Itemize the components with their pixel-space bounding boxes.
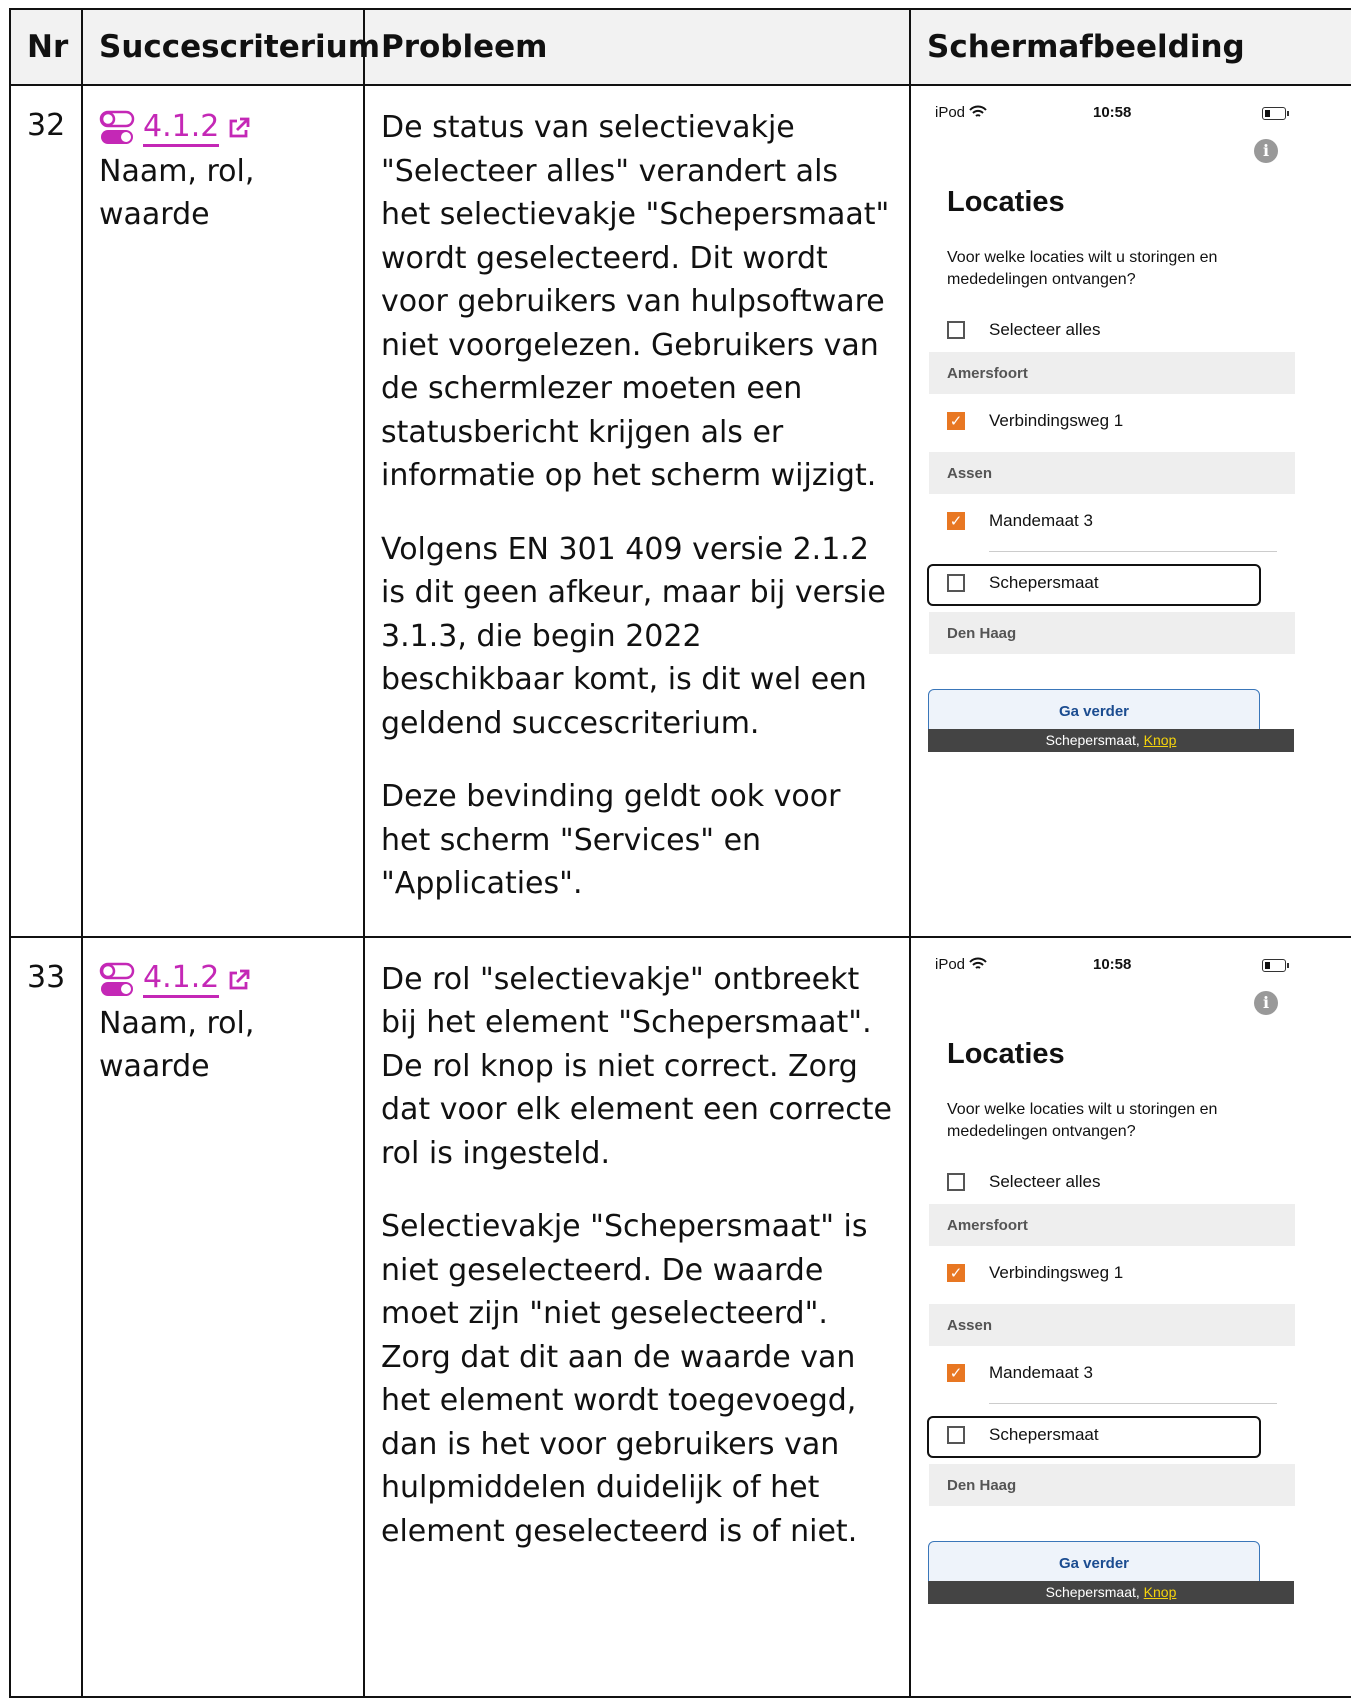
screenshot-cell: iPod 10:58 i Locaties Voor welke locatie… [909,935,1351,1698]
criterion-link[interactable]: 4.1.2 [143,109,220,147]
section-header: Den Haag [929,1463,1295,1506]
problem-paragraph: Selectievakje "Schepersmaat" is niet ges… [381,1209,868,1549]
clock: 10:58 [1093,104,1132,121]
external-link-icon [229,117,250,138]
checkbox-label: Selecteer alles [989,1171,1101,1191]
checkbox-checked[interactable]: ✓ [947,1263,965,1282]
divider [989,551,1277,552]
checkbox-row[interactable]: ✓ Verbindingsweg 1 [929,1253,1295,1293]
checkbox-row[interactable]: Schepersmaat [929,563,1295,603]
info-icon[interactable]: i [1254,990,1278,1015]
battery-icon [1262,107,1289,120]
criterion-link[interactable]: 4.1.2 [143,961,220,998]
checkbox-checked[interactable]: ✓ [947,512,965,530]
criterion-name: Naam, rol, waarde [99,1005,255,1084]
phone-screenshot: iPod 10:58 i Locaties Voor welke locatie… [911,86,1295,876]
section-header: Den Haag [929,612,1295,654]
row-number: 33 [9,935,83,1698]
problem-paragraph: Deze bevinding geldt ook voor het scherm… [381,779,841,901]
checkbox[interactable] [947,1425,965,1444]
screen-question: Voor welke locaties wilt u storingen en … [947,1100,1218,1140]
toggle-icon [99,110,135,144]
section-header: Amersfoort [929,1203,1295,1246]
section-header: Assen [929,1303,1295,1346]
external-link-icon [229,969,250,989]
screenreader-caption: Schepersmaat, Knop [928,729,1294,752]
phone-screenshot: iPod 10:58 i Locaties Voor welke locatie… [911,938,1295,1678]
checkbox-checked[interactable]: ✓ [947,412,965,430]
screenshot-cell: iPod 10:58 i Locaties Voor welke locatie… [909,84,1351,938]
screen-title: Locaties [947,1037,1065,1070]
problem-cell: De rol "selectievakje" ontbreekt bij het… [363,935,911,1698]
audit-table: Nr Succescriterium Probleem Schermafbeel… [9,8,1351,1698]
criterion-name: Naam, rol, waarde [99,154,255,232]
checkbox-label: Mandemaat 3 [989,511,1093,530]
row-number: 32 [9,84,83,938]
carrier-label: iPod [935,956,987,973]
info-icon[interactable]: i [1254,139,1278,163]
wifi-icon [969,105,987,117]
checkbox[interactable] [947,574,965,592]
select-all-row[interactable]: Selecteer alles [929,1162,1295,1202]
checkbox-label: Mandemaat 3 [989,1362,1093,1382]
checkbox-label: Verbindingsweg 1 [989,411,1124,430]
problem-paragraph: De rol "selectievakje" ontbreekt bij het… [381,961,892,1171]
checkbox-row[interactable]: Schepersmaat [929,1415,1295,1455]
problem-cell: De status van selectievakje "Selecteer a… [363,84,911,938]
checkbox-row[interactable]: ✓ Mandemaat 3 [929,501,1295,552]
status-bar: iPod 10:58 [911,86,1291,136]
table-header-row: Nr Succescriterium Probleem Schermafbeel… [9,8,1351,86]
problem-paragraph: De status van selectievakje "Selecteer a… [381,110,890,493]
checkbox-checked[interactable]: ✓ [947,1363,965,1382]
status-bar: iPod 10:58 [911,938,1291,988]
checkbox-row[interactable]: ✓ Mandemaat 3 [929,1353,1295,1404]
header-nr: Nr [9,8,83,86]
criterion-cell: 4.1.2 Naam, rol, waarde [81,84,365,938]
problem-paragraph: Volgens EN 301 409 versie 2.1.2 is dit g… [381,531,886,741]
header-criterion: Succescriterium [81,8,380,86]
checkbox-row[interactable]: ✓ Verbindingsweg 1 [929,401,1295,441]
screen-question: Voor welke locaties wilt u storingen en … [947,249,1218,288]
checkbox-label: Verbindingsweg 1 [989,1262,1124,1282]
checkbox-label: Schepersmaat [989,1424,1099,1444]
checkbox[interactable] [947,1172,965,1191]
header-screenshot: Schermafbeelding [909,8,1351,86]
wifi-icon [969,957,987,969]
battery-icon [1262,958,1289,972]
table-row: 32 4.1.2 Naam, rol, waarde De status van… [9,84,1351,938]
select-all-row[interactable]: Selecteer alles [929,310,1295,350]
section-header: Assen [929,452,1295,494]
screen-title: Locaties [947,186,1065,218]
section-header: Amersfoort [929,352,1295,394]
table-row: 33 4.1.2 Naam, rol, waarde De rol "selec… [9,935,1351,1698]
checkbox-label: Selecteer alles [989,320,1101,339]
toggle-icon [99,962,135,996]
clock: 10:58 [1093,955,1132,973]
checkbox[interactable] [947,321,965,339]
screenreader-caption: Schepersmaat, Knop [928,1580,1294,1604]
criterion-cell: 4.1.2 Naam, rol, waarde [81,935,365,1698]
divider [989,1402,1277,1404]
carrier-label: iPod [935,104,987,121]
header-problem: Probleem [363,8,911,86]
checkbox-label: Schepersmaat [989,573,1099,592]
